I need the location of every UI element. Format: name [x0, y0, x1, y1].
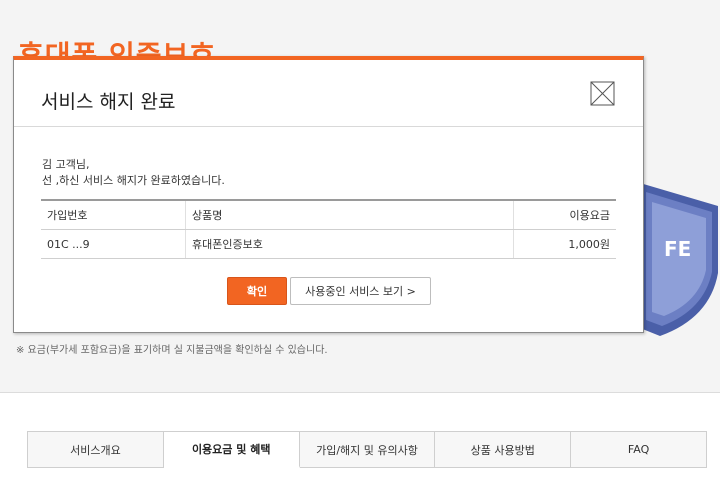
- subscription-number-cell: 01C ...9: [41, 229, 186, 259]
- fee-notice: ※ 요금(부가세 포함요금)을 표기하며 실 지불금액을 확인하실 수 있습니다…: [16, 345, 328, 356]
- product-name-cell: 휴대폰인증보호: [185, 229, 514, 259]
- tab-usage[interactable]: 상품 사용방법: [435, 432, 572, 467]
- view-services-button[interactable]: 사용중인 서비스 보기 >: [290, 277, 431, 305]
- completion-dialog: 서비스 해지 완료 김 고객님, 선 ,하신 서비스 해지가 완료하였습니다. …: [13, 56, 644, 333]
- dialog-divider: [14, 126, 643, 127]
- fee-cell: 1,000원: [513, 229, 616, 259]
- shield-text: FE: [664, 237, 691, 261]
- tab-faq[interactable]: FAQ: [571, 432, 706, 467]
- greeting-line: 김 고객님,: [42, 158, 90, 171]
- close-icon[interactable]: [590, 81, 615, 106]
- dialog-title: 서비스 해지 완료: [41, 91, 176, 113]
- table-row: 01C ...9 휴대폰인증보호 1,000원: [41, 229, 616, 259]
- header-fee: 이용요금: [513, 199, 616, 230]
- table-header-row: 가입번호 상품명 이용요금: [41, 199, 616, 230]
- header-product-name: 상품명: [185, 199, 514, 230]
- header-subscription-number: 가입번호: [41, 199, 186, 230]
- tab-service-overview[interactable]: 서비스개요: [28, 432, 164, 467]
- confirm-button[interactable]: 확인: [227, 277, 287, 305]
- tab-fees-benefits[interactable]: 이용요금 및 혜택: [163, 432, 300, 468]
- tab-bar: 서비스개요 이용요금 및 혜택 가입/해지 및 유의사항 상품 사용방법 FAQ: [27, 431, 707, 468]
- service-table: 가입번호 상품명 이용요금 01C ...9 휴대폰인증보호 1,000원: [41, 199, 616, 259]
- tab-subscription-notes[interactable]: 가입/해지 및 유의사항: [300, 432, 436, 467]
- completion-message: 선 ,하신 서비스 해지가 완료하였습니다.: [42, 174, 225, 187]
